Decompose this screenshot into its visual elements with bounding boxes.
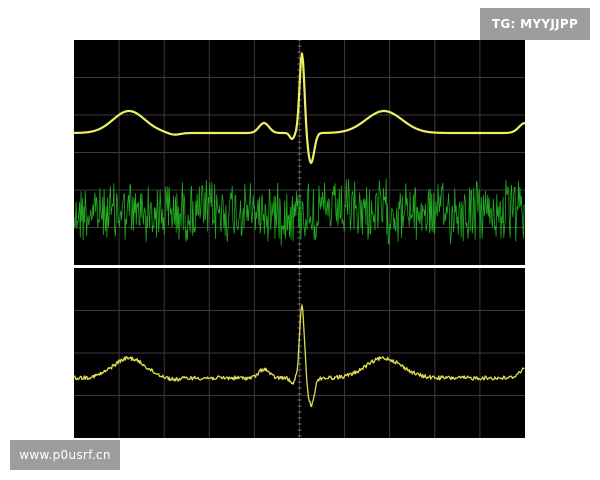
oscilloscope-screen-top <box>74 40 525 265</box>
oscilloscope-image: TG: MYYJJPP www.p0usrf.cn <box>0 0 600 480</box>
watermark-url-badge: www.p0usrf.cn <box>10 440 120 470</box>
grid-bottom <box>74 268 525 438</box>
bottom-screen-svg <box>74 268 525 438</box>
watermark-tg-badge: TG: MYYJJPP <box>480 8 590 40</box>
oscilloscope-screen-bottom <box>74 268 525 438</box>
top-screen-svg <box>74 40 525 265</box>
